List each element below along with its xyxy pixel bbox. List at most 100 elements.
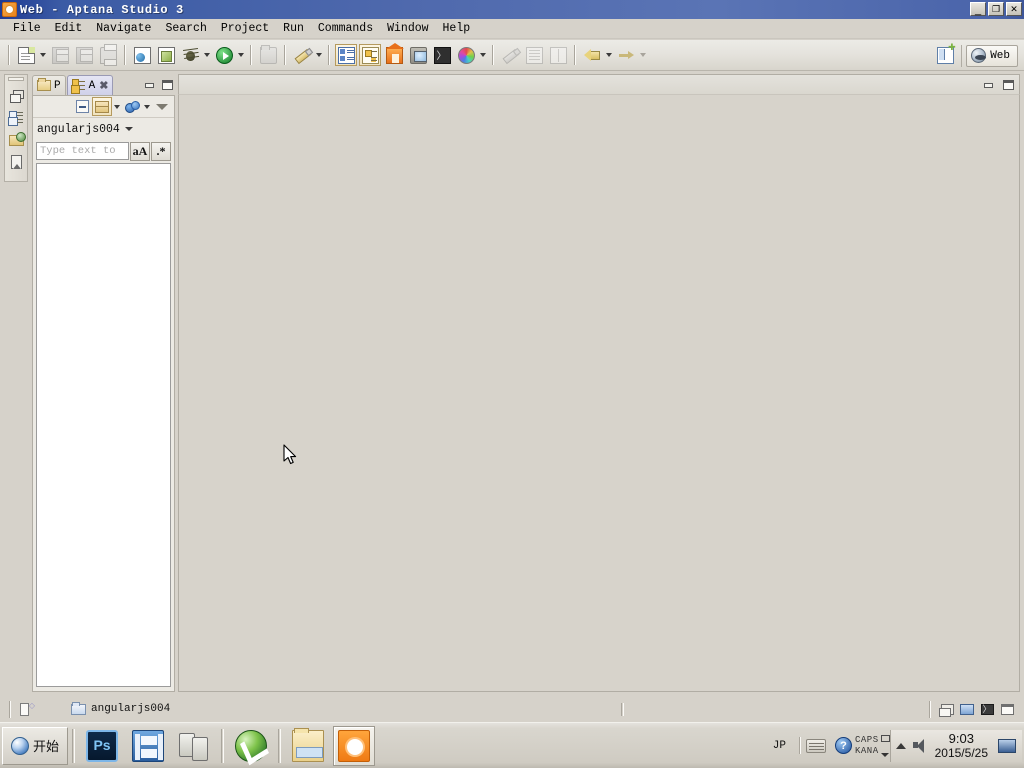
preview-button[interactable] — [407, 44, 429, 66]
deploy-button[interactable] — [92, 97, 112, 116]
taskbar-servers[interactable] — [173, 726, 215, 766]
deploy-button-dropdown[interactable] — [112, 96, 122, 118]
open-external-button[interactable] — [257, 44, 279, 66]
speaker-icon[interactable] — [912, 739, 928, 753]
menu-help[interactable]: Help — [436, 20, 478, 37]
back-button-dropdown[interactable] — [604, 44, 614, 66]
menu-project[interactable]: Project — [214, 20, 276, 37]
folder-globe-icon — [8, 131, 26, 146]
taskbar-divider — [278, 728, 282, 763]
ime-restore-icon[interactable] — [880, 734, 890, 742]
tab-app-explorer[interactable]: A ✖ — [66, 75, 114, 95]
run-button[interactable] — [213, 44, 235, 66]
show-app-explorer-button[interactable] — [359, 44, 381, 66]
editor-maximize-button[interactable] — [1000, 77, 1016, 93]
keyboard-icon[interactable] — [806, 738, 826, 753]
monitor-network-icon[interactable] — [998, 738, 1016, 753]
project-tree[interactable] — [36, 163, 171, 687]
restore-view-button[interactable] — [938, 700, 956, 718]
save-all-button[interactable] — [73, 44, 95, 66]
open-web-file-button[interactable] — [131, 44, 153, 66]
tray-clock[interactable]: 9:03 2015/5/25 — [935, 731, 988, 761]
menu-navigate[interactable]: Navigate — [89, 20, 158, 37]
bookmarks-button[interactable] — [6, 151, 26, 173]
back-button[interactable] — [581, 44, 603, 66]
outline-a-button[interactable] — [523, 44, 545, 66]
chevron-down-icon[interactable] — [124, 127, 133, 131]
home-button[interactable] — [383, 42, 405, 66]
save-button[interactable] — [49, 44, 71, 66]
outline-view-button[interactable] — [6, 107, 26, 129]
search-button[interactable] — [499, 44, 521, 66]
close-button[interactable]: ✕ — [1006, 2, 1022, 16]
duplicate-file-button[interactable] — [155, 44, 177, 66]
menu-file[interactable]: File — [6, 20, 48, 37]
tab-project-explorer[interactable]: P — [32, 75, 66, 95]
new-button[interactable] — [15, 44, 37, 66]
editor-minimize-button[interactable] — [980, 77, 996, 93]
tab-close-icon[interactable]: ✖ — [99, 79, 108, 93]
regex-toggle[interactable]: .* — [151, 141, 171, 161]
collapse-all-button[interactable] — [72, 97, 92, 116]
restore-button[interactable]: ❐ — [988, 2, 1004, 16]
restore-perspective-button[interactable] — [6, 85, 26, 107]
case-sensitive-toggle[interactable]: aA — [130, 141, 150, 161]
view-minimize-button[interactable] — [141, 77, 157, 93]
run-configurations-button[interactable] — [122, 97, 142, 116]
taskbar-navicat[interactable] — [230, 726, 272, 766]
run-button-dropdown[interactable] — [236, 44, 246, 66]
caps-kana-indicator[interactable]: CAPS KANA — [855, 735, 879, 757]
project-explorer-button[interactable] — [6, 129, 26, 151]
debug-button-dropdown[interactable] — [202, 44, 212, 66]
terminal-view-button[interactable] — [978, 700, 996, 718]
pencil-icon — [294, 47, 311, 64]
view-maximize-button[interactable] — [159, 77, 175, 93]
window-titlebar: Web - Aptana Studio 3 _ ❐ ✕ — [0, 0, 1024, 19]
taskbar-photoshop[interactable] — [81, 726, 123, 766]
editor-canvas[interactable] — [178, 94, 1020, 692]
color-picker-button[interactable] — [455, 44, 477, 66]
minimize-button[interactable]: _ — [970, 2, 986, 16]
ime-chevron-down-icon[interactable] — [880, 752, 889, 757]
chevron-up-icon[interactable] — [895, 742, 906, 749]
folder-icon — [37, 78, 51, 91]
film-strip-icon — [132, 729, 165, 762]
print-icon — [99, 43, 117, 66]
menu-run[interactable]: Run — [276, 20, 311, 37]
blank-view-button[interactable] — [998, 700, 1016, 718]
menu-edit[interactable]: Edit — [48, 20, 90, 37]
view-menu-icon — [156, 101, 168, 113]
outline-b-button[interactable] — [547, 44, 569, 66]
forward-button[interactable] — [615, 44, 637, 66]
taskbar-explorer[interactable] — [287, 726, 329, 766]
open-perspective-button[interactable] — [934, 42, 956, 67]
taskbar-aptana[interactable] — [333, 725, 376, 766]
fast-view-handle[interactable] — [8, 77, 24, 81]
new-button-dropdown[interactable] — [38, 44, 48, 66]
menu-commands[interactable]: Commands — [311, 20, 380, 37]
help-question-icon[interactable]: ? — [835, 737, 852, 754]
color-picker-dropdown[interactable] — [478, 44, 488, 66]
print-button[interactable] — [97, 43, 119, 66]
project-selector[interactable]: angularjs004 — [33, 118, 174, 140]
show-properties-button[interactable] — [335, 44, 357, 66]
forward-button-dropdown[interactable] — [638, 44, 648, 66]
new-scratch-dropdown[interactable] — [314, 44, 324, 66]
menu-window[interactable]: Window — [380, 20, 435, 37]
perspective-tab-web[interactable]: Web — [966, 44, 1018, 67]
ime-language-indicator[interactable]: JP — [773, 740, 786, 752]
document-diamond-icon — [20, 701, 35, 716]
filter-input[interactable]: Type text to — [36, 142, 129, 160]
new-scratch-button[interactable] — [291, 44, 313, 66]
toolbar-separator — [8, 45, 10, 65]
debug-button[interactable] — [179, 44, 201, 66]
run-green-play-icon — [215, 46, 233, 64]
taskbar-media[interactable] — [127, 726, 169, 766]
view-menu-button[interactable] — [152, 97, 172, 116]
terminal-button[interactable] — [431, 44, 453, 66]
view-tabbar: P A ✖ — [32, 74, 175, 95]
start-button[interactable]: 开始 — [2, 726, 69, 765]
run-configurations-dropdown[interactable] — [142, 96, 152, 118]
console-view-button[interactable] — [958, 700, 976, 718]
menu-search[interactable]: Search — [158, 20, 213, 37]
